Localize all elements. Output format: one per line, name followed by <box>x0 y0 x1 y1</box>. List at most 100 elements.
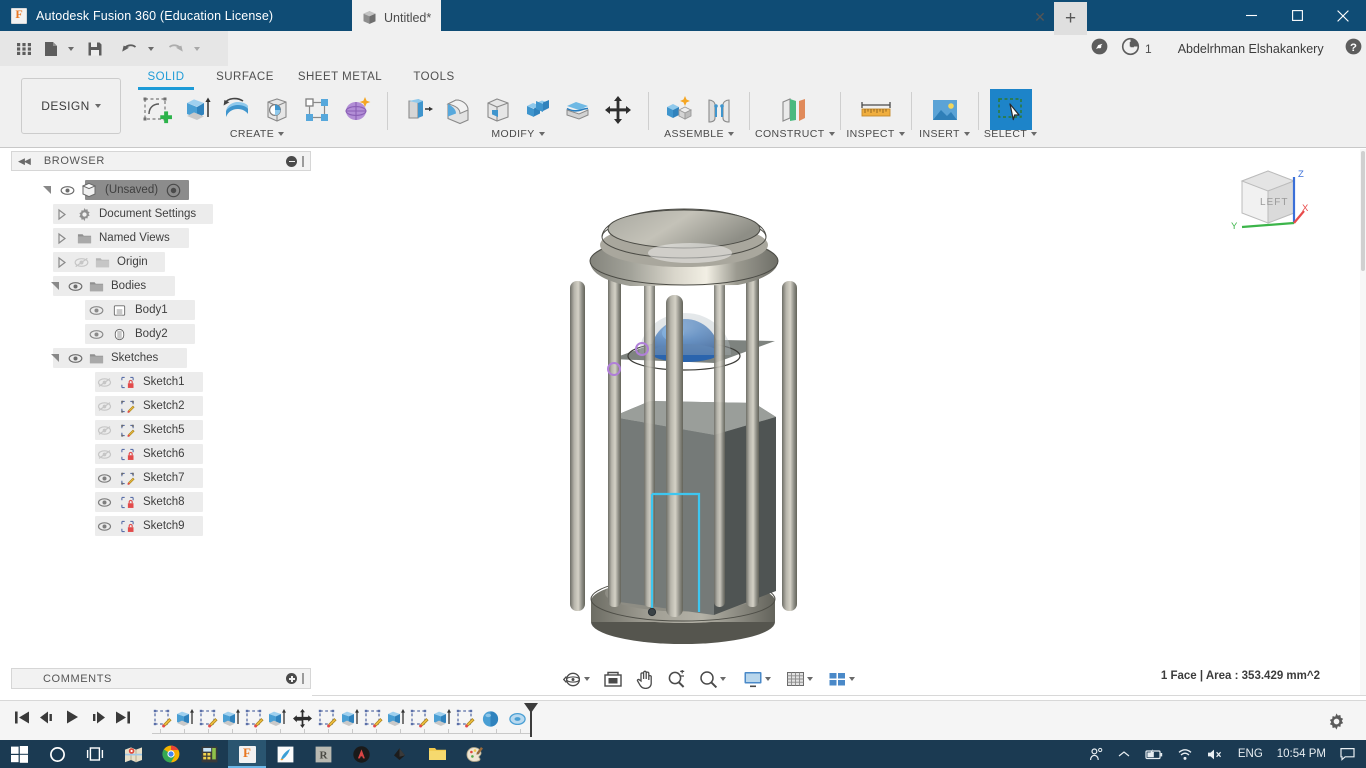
chevron-up-icon[interactable] <box>1111 740 1137 768</box>
expander-expanded-icon[interactable] <box>49 280 62 293</box>
show-data-panel-button[interactable] <box>10 31 38 66</box>
panel-label-create[interactable]: CREATE <box>230 128 285 140</box>
tree-item-named-views[interactable]: Named Views <box>11 226 311 250</box>
tree-item-sketch1[interactable]: Sketch1 <box>11 370 311 394</box>
new-document-tab-button[interactable]: + <box>1054 2 1087 35</box>
tab-sheet-metal[interactable]: SHEET METAL <box>290 66 390 86</box>
visibility-eye-hidden-icon[interactable] <box>97 399 112 414</box>
tree-item-origin[interactable]: Origin <box>11 250 311 274</box>
move-copy-button[interactable] <box>599 90 637 130</box>
tab-tools[interactable]: TOOLS <box>390 66 478 86</box>
panel-label-insert[interactable]: INSERT <box>919 128 970 140</box>
visibility-eye-icon[interactable] <box>97 495 112 510</box>
minimize-button[interactable] <box>1228 0 1274 31</box>
timeline-step-back-button[interactable] <box>39 710 56 730</box>
combine-button[interactable] <box>519 90 557 130</box>
people-icon[interactable] <box>1082 740 1111 768</box>
taskbar-paint[interactable] <box>456 740 494 768</box>
expander-collapsed-icon[interactable] <box>57 208 68 221</box>
zoom-button[interactable] <box>664 667 689 691</box>
panel-label-inspect[interactable]: INSPECT <box>846 128 905 140</box>
visibility-eye-icon[interactable] <box>60 183 75 198</box>
look-at-button[interactable] <box>600 667 626 691</box>
job-status-clock-icon[interactable] <box>1121 37 1140 61</box>
orbit-button[interactable] <box>560 667 593 691</box>
canvas-vertical-scrollbar[interactable] <box>1360 149 1366 695</box>
visibility-eye-icon[interactable] <box>97 471 112 486</box>
tab-solid[interactable]: SOLID <box>132 66 200 90</box>
save-button[interactable] <box>81 31 109 66</box>
create-sketch-button[interactable] <box>138 90 176 130</box>
visibility-eye-icon[interactable] <box>89 327 104 342</box>
tree-item-body2[interactable]: Body2 <box>11 322 311 346</box>
timeline-feature-extrude[interactable] <box>175 708 196 734</box>
maximize-button[interactable] <box>1274 0 1320 31</box>
expander-expanded-icon[interactable] <box>41 184 54 197</box>
timeline-feature-move[interactable] <box>290 709 315 733</box>
fit-button[interactable] <box>696 667 729 691</box>
panel-label-assemble[interactable]: ASSEMBLE <box>664 128 734 140</box>
taskbar-maps[interactable] <box>114 740 152 768</box>
timeline-step-forward-button[interactable] <box>89 710 106 730</box>
insert-canvas-button[interactable] <box>923 90 967 130</box>
timeline-feature-extrude[interactable] <box>386 708 407 734</box>
display-settings-button[interactable] <box>740 667 774 691</box>
timeline-play-button[interactable] <box>65 709 80 730</box>
view-cube[interactable]: LEFT Z Y X <box>1228 159 1314 241</box>
tree-item-body1[interactable]: Body1 <box>11 298 311 322</box>
offset-plane-button[interactable] <box>772 90 818 130</box>
activate-radio-icon[interactable] <box>166 183 181 198</box>
panel-grip[interactable] <box>302 673 304 684</box>
collapse-left-arrows-icon[interactable]: ◀◀ <box>18 156 31 167</box>
canvas-viewport[interactable]: LEFT Z Y X <box>312 149 1360 695</box>
taskbar-chrome[interactable] <box>152 740 190 768</box>
timeline-feature-revolve-sphere[interactable] <box>478 708 503 734</box>
visibility-eye-hidden-icon[interactable] <box>97 423 112 438</box>
tree-item-sketch8[interactable]: Sketch8 <box>11 490 311 514</box>
tree-item-sketch7[interactable]: Sketch7 <box>11 466 311 490</box>
timeline-marker-line[interactable] <box>530 703 532 737</box>
battery-charging-icon[interactable] <box>1137 740 1170 768</box>
extrude-button[interactable] <box>178 90 216 130</box>
clock-time[interactable]: 10:54 PM <box>1270 740 1333 768</box>
extension-icon[interactable] <box>1090 37 1109 61</box>
visibility-eye-icon[interactable] <box>89 303 104 318</box>
hole-button[interactable] <box>258 90 296 130</box>
timeline-feature-sketch[interactable] <box>363 708 384 734</box>
timeline-feature-sketch[interactable] <box>409 708 430 734</box>
notification-icon[interactable] <box>1333 740 1362 768</box>
select-tool-button[interactable] <box>989 89 1032 130</box>
visibility-eye-icon[interactable] <box>97 519 112 534</box>
cortana-search[interactable] <box>38 740 76 768</box>
taskbar-dark-app[interactable] <box>380 740 418 768</box>
start-button[interactable] <box>0 740 38 768</box>
document-tab-untitled[interactable]: Untitled* <box>352 0 442 35</box>
timeline-feature-extrude[interactable] <box>432 708 453 734</box>
comments-panel-header[interactable]: COMMENTS <box>11 668 311 689</box>
joint-button[interactable] <box>700 90 738 130</box>
grid-snaps-button[interactable] <box>783 667 816 691</box>
expander-expanded-icon[interactable] <box>49 352 62 365</box>
document-tab-close-button[interactable]: ✕ <box>1028 0 1052 35</box>
revolve-button[interactable] <box>218 90 256 130</box>
taskbar-inkscape[interactable] <box>266 740 304 768</box>
create-form-button[interactable] <box>338 90 376 130</box>
taskbar-fusion360[interactable]: F <box>228 740 266 768</box>
tree-item-sketch9[interactable]: Sketch9 <box>11 514 311 538</box>
viewports-button[interactable] <box>825 667 858 691</box>
undo-caret-icon[interactable] <box>144 31 157 66</box>
workspace-switcher[interactable]: DESIGN <box>21 78 121 134</box>
press-pull-button[interactable] <box>399 90 437 130</box>
rectangular-pattern-button[interactable] <box>298 90 336 130</box>
visibility-eye-icon[interactable] <box>68 279 83 294</box>
visibility-eye-hidden-icon[interactable] <box>74 255 89 270</box>
fillet-button[interactable] <box>439 90 477 130</box>
tab-surface[interactable]: SURFACE <box>200 66 290 86</box>
redo-caret-icon[interactable] <box>190 31 203 66</box>
tree-item-sketch6[interactable]: Sketch6 <box>11 442 311 466</box>
timeline-feature-extrude[interactable] <box>267 708 288 734</box>
tree-item-sketch5[interactable]: Sketch5 <box>11 418 311 442</box>
shell-button[interactable] <box>479 90 517 130</box>
wifi-icon[interactable] <box>1170 740 1200 768</box>
split-face-button[interactable] <box>559 90 597 130</box>
